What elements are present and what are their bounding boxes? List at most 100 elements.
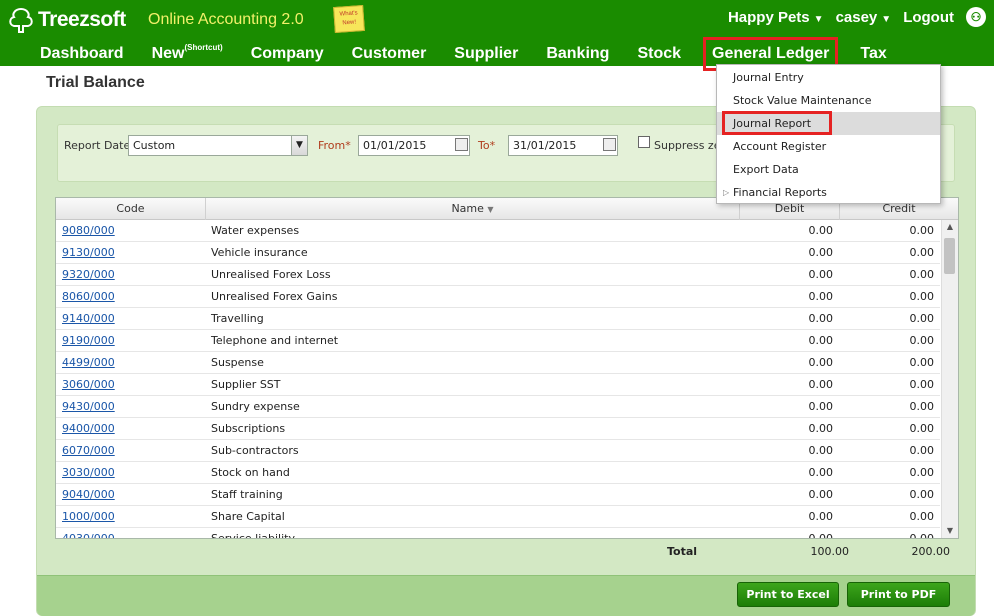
cell-debit: 0.00	[808, 510, 834, 523]
cell-code[interactable]: 1000/000	[62, 506, 115, 528]
page-title: Trial Balance	[46, 74, 145, 91]
from-date-input[interactable]: 01/01/2015	[358, 135, 470, 156]
logout-link[interactable]: Logout	[903, 9, 954, 26]
cell-code[interactable]: 9130/000	[62, 242, 115, 264]
cell-name: Suspense	[211, 356, 264, 369]
cell-code[interactable]: 9400/000	[62, 418, 115, 440]
cell-code[interactable]: 8060/000	[62, 286, 115, 308]
table-row: 9130/000 Vehicle insurance 0.00 0.00	[56, 242, 940, 264]
col-header-code[interactable]: Code	[56, 198, 206, 220]
table-row: 6070/000 Sub-contractors 0.00 0.00	[56, 440, 940, 462]
chevron-down-icon[interactable]: ▼	[291, 136, 307, 155]
menu-export-data[interactable]: Export Data	[717, 158, 940, 181]
cell-code[interactable]: 9430/000	[62, 396, 115, 418]
cell-code[interactable]: 9040/000	[62, 484, 115, 506]
brand-name: Treezsoft	[38, 8, 126, 31]
cell-name: Sub-contractors	[211, 444, 299, 457]
cell-name: Stock on hand	[211, 466, 290, 479]
total-credit: 200.00	[911, 545, 951, 558]
whats-new-sticker[interactable]: What's New!	[333, 4, 365, 34]
suppress-zero-label: Suppress zer	[654, 139, 725, 152]
cell-name: Share Capital	[211, 510, 285, 523]
total-label: Total	[667, 545, 698, 558]
cell-debit: 0.00	[808, 466, 834, 479]
col-header-name[interactable]: Name ▼	[206, 198, 740, 220]
treezsoft-logo[interactable]: Treezsoft	[6, 6, 126, 34]
nav-company[interactable]: Company	[237, 42, 338, 66]
cell-code[interactable]: 3030/000	[62, 462, 115, 484]
cell-code[interactable]: 4499/000	[62, 352, 115, 374]
cell-code[interactable]: 4030/000	[62, 528, 115, 538]
suppress-zero-checkbox[interactable]	[638, 136, 650, 148]
cell-debit: 0.00	[808, 246, 834, 259]
cell-name: Vehicle insurance	[211, 246, 308, 259]
cell-name: Sundry expense	[211, 400, 300, 413]
print-to-pdf-button[interactable]: Print to PDF	[847, 582, 950, 607]
nav-tax[interactable]: Tax	[846, 42, 900, 66]
company-name: Happy Pets	[727, 8, 810, 26]
cell-name: Telephone and internet	[211, 334, 339, 347]
nav-stock[interactable]: Stock	[623, 42, 695, 66]
cell-code[interactable]: 9320/000	[62, 264, 115, 286]
cell-name: Unrealised Forex Loss	[211, 268, 331, 281]
menu-financial-reports[interactable]: ▷ Financial Reports	[717, 181, 940, 204]
to-date-input[interactable]: 31/01/2015	[508, 135, 618, 156]
company-switcher[interactable]: Happy Pets ▼	[728, 9, 824, 26]
grid-scrollbar[interactable]: ▲ ▼	[941, 220, 958, 538]
scroll-up-icon[interactable]: ▲	[942, 220, 958, 234]
cell-credit: 0.00	[909, 334, 935, 347]
tagline: Online Accounting 2.0	[148, 11, 304, 28]
table-row: 9320/000 Unrealised Forex Loss 0.00 0.00	[56, 264, 940, 286]
calendar-icon[interactable]	[603, 138, 616, 151]
cell-code[interactable]: 6070/000	[62, 440, 115, 462]
general-ledger-menu: Journal Entry Stock Value Maintenance Jo…	[716, 64, 941, 204]
cell-debit: 0.00	[808, 488, 834, 501]
user-menu[interactable]: casey ▼	[836, 9, 892, 26]
calendar-icon[interactable]	[455, 138, 468, 151]
cell-code[interactable]: 9140/000	[62, 308, 115, 330]
cell-debit: 0.00	[808, 224, 834, 237]
table-row: 9190/000 Telephone and internet 0.00 0.00	[56, 330, 940, 352]
nav-new-shortcut: (Shortcut)	[184, 43, 223, 52]
nav-customer[interactable]: Customer	[338, 42, 441, 66]
add-user-icon[interactable]: ⚇	[966, 7, 986, 27]
cell-credit: 0.00	[909, 312, 935, 325]
menu-account-register[interactable]: Account Register	[717, 135, 940, 158]
total-debit: 100.00	[810, 545, 850, 558]
scroll-thumb[interactable]	[944, 238, 955, 274]
menu-journal-entry[interactable]: Journal Entry	[717, 66, 940, 89]
trial-balance-grid: Code Name ▼ Debit Credit 9080/000 Water e…	[55, 197, 959, 539]
cell-debit: 0.00	[808, 422, 834, 435]
nav-supplier[interactable]: Supplier	[440, 42, 532, 66]
cell-debit: 0.00	[808, 400, 834, 413]
tree-logo-icon	[9, 7, 33, 33]
submenu-arrow-icon: ▷	[723, 188, 730, 197]
table-row: 1000/000 Share Capital 0.00 0.00	[56, 506, 940, 528]
cell-debit: 0.00	[808, 356, 834, 369]
cell-credit: 0.00	[909, 510, 935, 523]
report-date-select[interactable]: Custom ▼	[128, 135, 308, 156]
user-name: casey	[835, 8, 878, 26]
table-row: 3060/000 Supplier SST 0.00 0.00	[56, 374, 940, 396]
menu-stock-value-maintenance[interactable]: Stock Value Maintenance	[717, 89, 940, 112]
scroll-down-icon[interactable]: ▼	[942, 524, 958, 538]
cell-credit: 0.00	[909, 444, 935, 457]
cell-credit: 0.00	[909, 488, 935, 501]
cell-credit: 0.00	[909, 422, 935, 435]
cell-code[interactable]: 9080/000	[62, 220, 115, 242]
cell-name: Subscriptions	[211, 422, 286, 435]
nav-new[interactable]: New(Shortcut)	[138, 42, 237, 66]
cell-code[interactable]: 9190/000	[62, 330, 115, 352]
cell-debit: 0.00	[808, 268, 834, 281]
print-to-excel-button[interactable]: Print to Excel	[737, 582, 839, 607]
grid-body: 9080/000 Water expenses 0.00 0.00 9130/000 Ve…	[56, 220, 940, 538]
cell-credit: 0.00	[909, 246, 935, 259]
cell-code[interactable]: 3060/000	[62, 374, 115, 396]
nav-dashboard[interactable]: Dashboard	[26, 42, 138, 66]
table-row: 8060/000 Unrealised Forex Gains 0.00 0.00	[56, 286, 940, 308]
table-row: 4030/000 Service liability 0.00 0.00	[56, 528, 940, 538]
cell-credit: 0.00	[909, 378, 935, 391]
app-header: Treezsoft Online Accounting 2.0 What's N…	[0, 0, 994, 71]
report-date-label: Report Date	[64, 139, 131, 152]
nav-banking[interactable]: Banking	[532, 42, 623, 66]
